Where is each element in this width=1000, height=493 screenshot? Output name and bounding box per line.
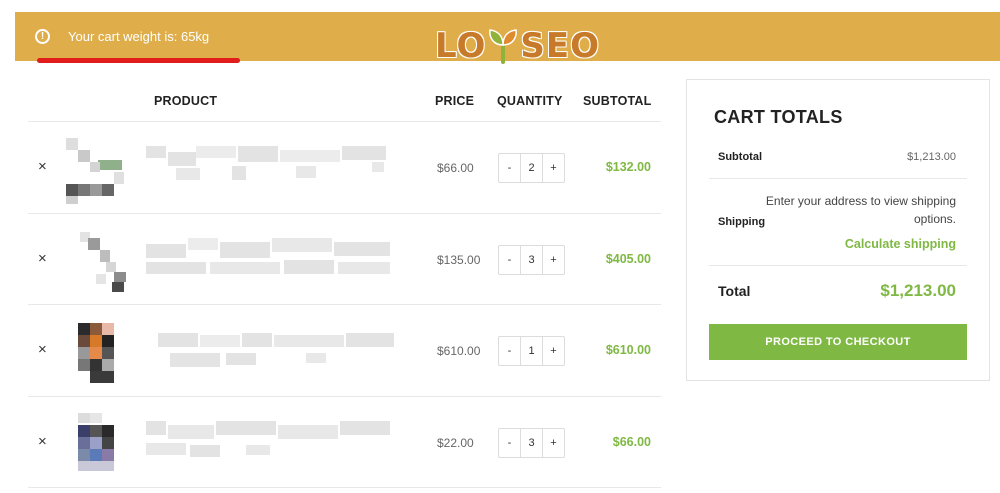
increase-quantity-button[interactable]: +: [543, 246, 564, 274]
header-product: PRODUCT: [154, 94, 218, 108]
quantity-input[interactable]: 3: [520, 428, 543, 457]
table-row: × $22.00 - 3 + $66.00: [28, 397, 661, 488]
increase-quantity-button[interactable]: +: [543, 154, 564, 182]
decrease-quantity-button[interactable]: -: [499, 154, 520, 182]
item-subtotal: $132.00: [605, 160, 651, 174]
item-subtotal: $610.00: [605, 343, 651, 357]
remove-item-icon[interactable]: ×: [38, 250, 47, 267]
product-name-blurred[interactable]: [146, 146, 396, 190]
item-price: $22.00: [437, 435, 474, 450]
divider: [709, 265, 967, 266]
divider: [709, 178, 967, 179]
product-thumbnail-blurred[interactable]: [66, 409, 126, 477]
header-price: PRICE: [435, 94, 475, 108]
remove-item-icon[interactable]: ×: [38, 433, 47, 450]
product-name-blurred[interactable]: [146, 237, 396, 282]
quantity-stepper[interactable]: - 3 +: [498, 427, 565, 458]
subtotal-label: Subtotal: [718, 151, 762, 163]
decrease-quantity-button[interactable]: -: [499, 429, 520, 457]
logo-text-left: LO: [435, 26, 487, 66]
remove-item-icon[interactable]: ×: [38, 341, 47, 358]
product-name-blurred[interactable]: [146, 329, 396, 373]
decrease-quantity-button[interactable]: -: [499, 246, 520, 274]
leaf-icon: [488, 28, 518, 64]
increase-quantity-button[interactable]: +: [543, 337, 564, 365]
quantity-stepper[interactable]: - 1 +: [498, 336, 565, 366]
product-thumbnail-blurred[interactable]: [66, 226, 126, 294]
quantity-stepper[interactable]: - 3 +: [498, 244, 565, 275]
quantity-stepper[interactable]: - 2 +: [498, 153, 565, 183]
item-price: $135.00: [437, 252, 481, 267]
product-thumbnail-blurred[interactable]: [66, 134, 126, 204]
table-row: × $66.00 - 2 + $132.00: [28, 122, 661, 214]
item-subtotal: $66.00: [612, 434, 651, 449]
cart-totals-title: CART TOTALS: [714, 107, 843, 127]
cart-table: PRODUCT PRICE QUANTITY SUBTOTAL × $66.00…: [28, 82, 661, 488]
product-name-blurred[interactable]: [146, 420, 396, 465]
info-circle-icon: !: [35, 29, 50, 44]
red-underline-annotation: [37, 58, 240, 63]
shipping-note: Enter your address to view shipping opti…: [765, 194, 956, 226]
proceed-to-checkout-button[interactable]: PROCEED TO CHECKOUT: [709, 324, 967, 360]
header-quantity: QUANTITY: [497, 94, 563, 108]
site-logo[interactable]: LO SEO: [435, 26, 600, 66]
quantity-input[interactable]: 3: [520, 245, 543, 274]
subtotal-value: $1,213.00: [907, 151, 956, 163]
cart-totals-panel: CART TOTALS Subtotal $1,213.00 Shipping …: [686, 79, 990, 381]
item-subtotal: $405.00: [605, 251, 651, 266]
remove-item-icon[interactable]: ×: [38, 158, 47, 175]
header-subtotal: SUBTOTAL: [583, 94, 652, 108]
calculate-shipping-link[interactable]: Calculate shipping: [845, 237, 956, 251]
cart-table-header: PRODUCT PRICE QUANTITY SUBTOTAL: [28, 82, 661, 122]
total-label: Total: [718, 283, 751, 299]
total-value: $1,213.00: [880, 281, 956, 300]
item-price: $66.00: [437, 161, 474, 175]
cart-weight-notice: ! Your cart weight is: 65kg LO SEO: [15, 12, 1000, 66]
item-price: $610.00: [437, 344, 481, 358]
increase-quantity-button[interactable]: +: [543, 429, 564, 457]
cart-weight-text: Your cart weight is: 65kg: [68, 29, 210, 44]
quantity-input[interactable]: 1: [520, 337, 543, 365]
table-row: × $610.00 - 1 + $610.00: [28, 305, 661, 397]
logo-text-right: SEO: [520, 26, 600, 66]
quantity-input[interactable]: 2: [520, 154, 543, 182]
table-row: × $135.00 - 3 + $405.00: [28, 214, 661, 305]
decrease-quantity-button[interactable]: -: [499, 337, 520, 365]
product-thumbnail-blurred[interactable]: [66, 317, 126, 385]
